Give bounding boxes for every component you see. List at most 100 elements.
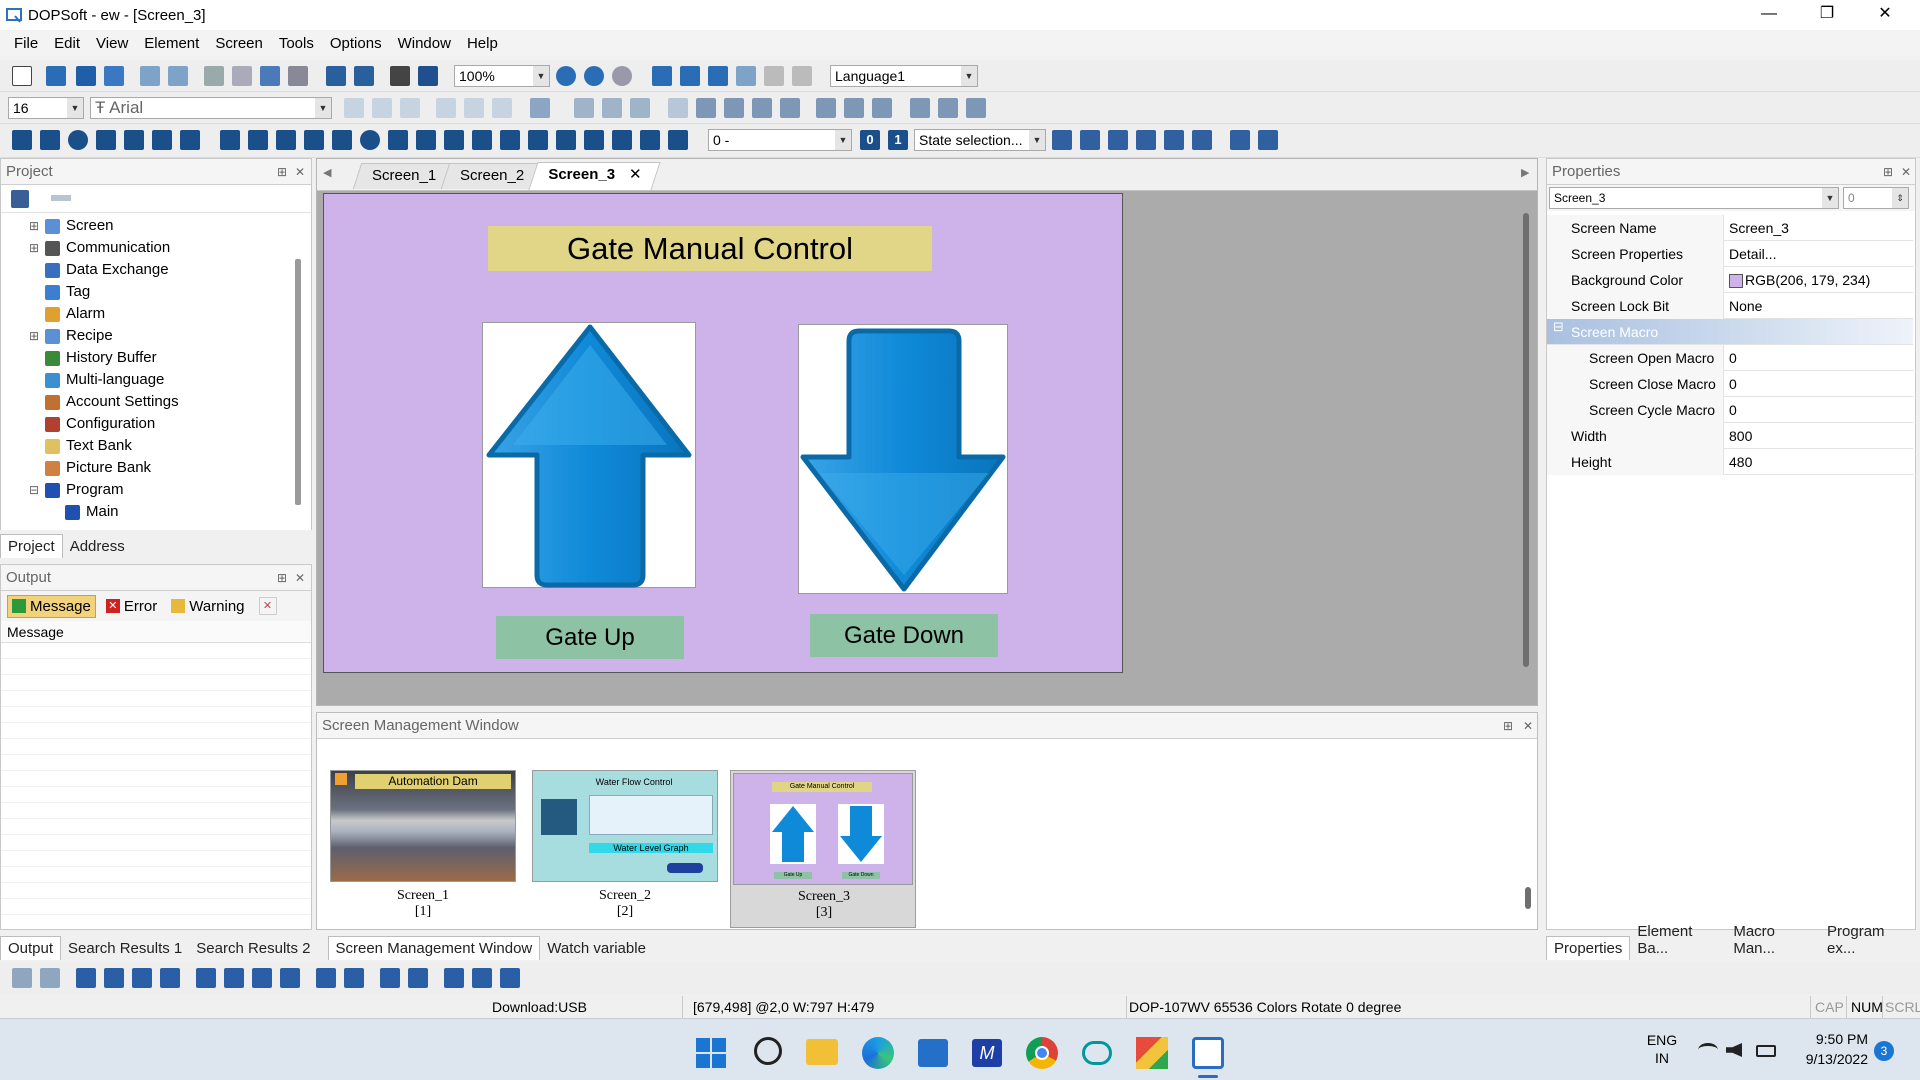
pie-icon[interactable]	[360, 130, 380, 150]
tab-element-bank[interactable]: Element Ba...	[1630, 920, 1726, 960]
tree-item-tag[interactable]: Tag	[29, 281, 311, 303]
tree-item-history-buffer[interactable]: History Buffer	[29, 347, 311, 369]
bold-icon[interactable]	[574, 98, 594, 118]
button-element-icon[interactable]	[220, 130, 240, 150]
draw-scale-icon[interactable]	[152, 130, 172, 150]
tree-item-screen[interactable]: ⊞ Screen	[29, 215, 311, 237]
edge-icon[interactable]	[862, 1037, 894, 1069]
text-valign-top-icon[interactable]	[436, 98, 456, 118]
vertical-space-icon[interactable]	[472, 968, 492, 988]
cut-icon[interactable]	[204, 66, 224, 86]
prev-screen-icon[interactable]	[1080, 130, 1100, 150]
property-row-width[interactable]: Width 800	[1547, 423, 1913, 449]
list-icon[interactable]	[556, 130, 576, 150]
screen-management-scrollbar[interactable]	[1525, 887, 1531, 909]
screen-preview-icon[interactable]	[326, 66, 346, 86]
align-right-icon[interactable]	[752, 98, 772, 118]
send-back-icon[interactable]	[40, 968, 60, 988]
tab-screen-1[interactable]: Screen_1	[352, 163, 456, 189]
align-bottom-tool-icon[interactable]	[280, 968, 300, 988]
trend-icon[interactable]	[500, 130, 520, 150]
pin-icon[interactable]: ⊞	[277, 565, 287, 591]
tree-item-picture-bank[interactable]: Picture Bank	[29, 457, 311, 479]
offline-simulate-icon[interactable]	[1192, 130, 1212, 150]
data-transfer-icon[interactable]	[584, 130, 604, 150]
tree-item-alarm[interactable]: Alarm	[29, 303, 311, 325]
new-icon[interactable]	[12, 66, 32, 86]
arduino-icon[interactable]	[1082, 1041, 1112, 1065]
object-index-spinner[interactable]: 0 ⇕	[1843, 187, 1909, 209]
character-display-icon[interactable]	[416, 130, 436, 150]
state-value-select[interactable]: 0 - ▼	[708, 129, 852, 151]
tree-item-account-settings[interactable]: Account Settings	[29, 391, 311, 413]
next-screen-icon[interactable]	[1108, 130, 1128, 150]
sort-element-icon[interactable]	[668, 130, 688, 150]
store-icon[interactable]	[918, 1039, 948, 1067]
align-right-tool-icon[interactable]	[252, 968, 272, 988]
bar-graph-icon[interactable]	[276, 130, 296, 150]
menu-file[interactable]: File	[14, 35, 38, 52]
find-icon[interactable]	[288, 66, 308, 86]
layer-down-icon[interactable]	[104, 968, 124, 988]
thumb-screen-1[interactable]: Automation Dam Screen_1 [1]	[330, 770, 516, 928]
zoom-select[interactable]: 100% ▼	[454, 65, 550, 87]
redo-step-icon[interactable]	[736, 66, 756, 86]
tree-item-configuration[interactable]: Configuration	[29, 413, 311, 435]
compile-icon[interactable]	[764, 66, 784, 86]
battery-icon[interactable]	[1756, 1045, 1776, 1057]
menu-edit[interactable]: Edit	[54, 35, 80, 52]
thumb-screen-2[interactable]: Water Flow Control Water Level Graph Scr…	[532, 770, 718, 928]
restore-button[interactable]: ❐	[1798, 0, 1856, 30]
close-tab-icon[interactable]: ✕	[629, 165, 642, 183]
collapse-icon[interactable]	[51, 195, 71, 201]
expand-icon[interactable]: ⊞	[29, 215, 39, 237]
property-value[interactable]: Screen_3	[1725, 215, 1789, 241]
keypad-icon[interactable]	[528, 130, 548, 150]
italic-icon[interactable]	[602, 98, 622, 118]
hmi-title[interactable]: Gate Manual Control	[488, 226, 932, 271]
draw-table-icon[interactable]	[180, 130, 200, 150]
numeric-display-icon[interactable]	[388, 130, 408, 150]
save-icon[interactable]	[76, 66, 96, 86]
screen-nav-icon[interactable]	[1052, 130, 1072, 150]
property-value[interactable]: RGB(206, 179, 234)	[1725, 267, 1870, 293]
expand-icon[interactable]: ⊞	[29, 325, 39, 347]
text-align-center-icon[interactable]	[372, 98, 392, 118]
expand-icon[interactable]: ⊞	[29, 237, 39, 259]
property-value[interactable]: None	[1725, 293, 1762, 319]
property-value[interactable]: 480	[1725, 449, 1752, 475]
align-bottom-icon[interactable]	[844, 98, 864, 118]
grid-icon[interactable]	[1136, 130, 1156, 150]
chrome-icon[interactable]	[1026, 1037, 1058, 1069]
close-icon[interactable]: ✕	[295, 565, 305, 591]
lamp-icon[interactable]	[304, 130, 324, 150]
layer-top-icon[interactable]	[132, 968, 152, 988]
project-view-icon[interactable]	[11, 190, 29, 208]
alarm-element-icon[interactable]	[612, 130, 632, 150]
tab-properties[interactable]: Properties	[1546, 936, 1631, 960]
align-middle-icon[interactable]	[816, 98, 836, 118]
tree-item-communication[interactable]: ⊞ Communication	[29, 237, 311, 259]
minimize-button[interactable]: —	[1740, 0, 1798, 30]
group-icon[interactable]	[966, 98, 986, 118]
tool-disabled-icon[interactable]	[792, 66, 812, 86]
tree-item-multi-language[interactable]: Multi-language	[29, 369, 311, 391]
align-left-tool-icon[interactable]	[196, 968, 216, 988]
tab-project[interactable]: Project	[0, 534, 63, 558]
menu-screen[interactable]: Screen	[215, 35, 263, 52]
save-as-icon[interactable]	[104, 66, 124, 86]
message-filter[interactable]: Message	[7, 594, 96, 618]
text-valign-bottom-icon[interactable]	[492, 98, 512, 118]
download-icon[interactable]	[418, 66, 438, 86]
notification-badge[interactable]: 3	[1874, 1041, 1894, 1061]
warning-filter[interactable]: Warning	[167, 596, 248, 617]
draw-line-icon[interactable]	[12, 130, 32, 150]
zoom-fit-icon[interactable]	[612, 66, 632, 86]
tab-watch-variable[interactable]: Watch variable	[540, 937, 653, 960]
undo-step-icon[interactable]	[708, 66, 728, 86]
draw-circle-icon[interactable]	[68, 130, 88, 150]
clear-output-icon[interactable]: ✕	[258, 597, 277, 615]
file-explorer-icon[interactable]	[806, 1039, 838, 1065]
tree-item-recipe[interactable]: ⊞ Recipe	[29, 325, 311, 347]
tab-screen-management[interactable]: Screen Management Window	[327, 936, 541, 960]
